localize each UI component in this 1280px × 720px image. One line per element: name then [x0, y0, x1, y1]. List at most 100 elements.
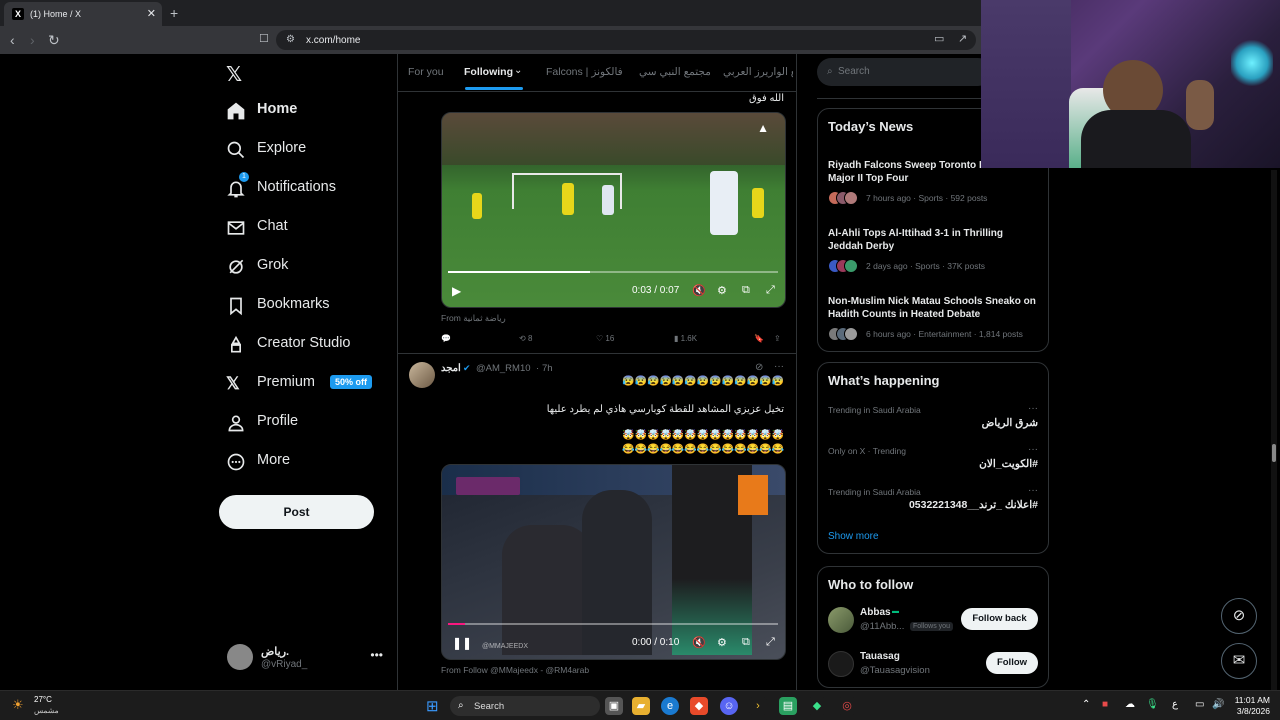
- mail-icon[interactable]: ✉: [1221, 643, 1257, 679]
- forward-icon[interactable]: ›: [30, 32, 35, 48]
- site-info-icon[interactable]: ⚙: [286, 34, 295, 45]
- video-player[interactable]: ▲ ▶ 0:03 / 0:07 🔇 ⚙ ⧉ ⤢: [441, 112, 786, 308]
- pip-icon[interactable]: ⧉: [742, 636, 750, 649]
- news-item-title[interactable]: Al-Ahli Tops Al-Ittihad 3-1 in Thrilling…: [828, 227, 1038, 253]
- reload-icon[interactable]: ↻: [48, 32, 60, 49]
- edge-icon[interactable]: e: [661, 697, 679, 715]
- nav-grok[interactable]: Grok: [226, 253, 396, 283]
- new-tab-button[interactable]: +: [170, 5, 178, 21]
- more-dots-icon[interactable]: •••: [370, 648, 383, 662]
- pip-icon[interactable]: ⧉: [742, 284, 750, 297]
- more-dots-icon[interactable]: ···: [1028, 403, 1038, 414]
- nav-home[interactable]: Home: [226, 97, 396, 127]
- more-dots-icon[interactable]: ···: [774, 361, 784, 372]
- app-icon[interactable]: ◆: [808, 697, 826, 715]
- chevron-down-icon[interactable]: ⌄: [514, 65, 522, 76]
- grok-icon[interactable]: ⊘: [1221, 598, 1257, 634]
- x-logo-icon[interactable]: 𝕏: [226, 62, 242, 86]
- weather-sun-icon[interactable]: ☀: [12, 697, 24, 713]
- nav-bookmarks[interactable]: Bookmarks: [226, 292, 396, 322]
- settings-icon[interactable]: ⚙: [717, 636, 727, 649]
- play-icon[interactable]: ▶: [452, 284, 461, 298]
- volume-icon[interactable]: 🔊: [1212, 699, 1224, 710]
- browser-tab[interactable]: X (1) Home / X ✕: [4, 2, 162, 26]
- app-icon[interactable]: ▤: [779, 697, 797, 715]
- trend-item[interactable]: #الكويت_الان: [979, 458, 1038, 470]
- tab-falcons[interactable]: Falcons | فالكونز: [546, 66, 623, 78]
- app-icon[interactable]: ›: [749, 697, 767, 715]
- account-switcher[interactable]: رياض. @vRiyad_ •••: [226, 642, 391, 676]
- install-app-icon[interactable]: ▭: [934, 32, 944, 45]
- scrollbar-track[interactable]: [1271, 170, 1277, 690]
- tray-app-icon[interactable]: ■: [1102, 699, 1108, 710]
- suggestion-name[interactable]: Abbas: [860, 607, 891, 618]
- tweet-author[interactable]: امجد: [441, 363, 461, 374]
- mute-icon[interactable]: 🔇: [692, 284, 706, 297]
- follow-button[interactable]: Follow: [986, 652, 1038, 674]
- tab-following[interactable]: Following: [464, 66, 513, 78]
- news-item-title[interactable]: Non-Muslim Nick Matau Schools Sneako on …: [828, 295, 1038, 321]
- nav-premium[interactable]: 𝕏 Premium 50% off: [226, 370, 396, 400]
- avatar[interactable]: [828, 651, 854, 677]
- keyboard-language[interactable]: ع: [1172, 699, 1178, 710]
- video-progress-bar[interactable]: [448, 623, 778, 625]
- tray-cloud-icon[interactable]: ☁: [1125, 699, 1135, 710]
- more-dots-icon[interactable]: ···: [1028, 444, 1038, 455]
- nav-explore[interactable]: Explore: [226, 136, 396, 166]
- reply-icon[interactable]: 💬: [441, 334, 451, 343]
- brave-icon[interactable]: ◆: [690, 697, 708, 715]
- video-progress-bar[interactable]: [448, 271, 778, 273]
- share-icon[interactable]: ⇪: [774, 334, 781, 343]
- views-button[interactable]: ▮ 1.6K: [674, 334, 697, 343]
- microphone-icon[interactable]: 🎙: [1146, 699, 1159, 710]
- mute-icon[interactable]: 🔇: [692, 636, 706, 649]
- video-player[interactable]: @MMAJEEDX ❚❚ 0:00 / 0:10 🔇 ⚙ ⧉ ⤢: [441, 464, 786, 660]
- trend-item[interactable]: شرق الرياض: [982, 417, 1038, 429]
- video-source[interactable]: From رياضة ثمانية: [441, 313, 506, 324]
- app-icon[interactable]: ◎: [838, 697, 856, 715]
- windows-start-icon[interactable]: ⊞: [426, 697, 439, 715]
- fullscreen-icon[interactable]: ⤢: [766, 284, 775, 297]
- tab-community-1[interactable]: مجتمع النبي سي: [639, 66, 711, 78]
- share-icon[interactable]: ↗: [958, 32, 967, 45]
- follow-back-button[interactable]: Follow back: [961, 608, 1038, 630]
- nav-profile[interactable]: Profile: [226, 409, 396, 439]
- nav-chat[interactable]: Chat: [226, 214, 396, 244]
- trend-item[interactable]: #اعلانك _ترند__0532221348: [909, 499, 1038, 511]
- video-source[interactable]: From Follow @MMajeedx - @RM4arab: [441, 665, 589, 675]
- fullscreen-icon[interactable]: ⤢: [766, 636, 775, 649]
- scrollbar-thumb[interactable]: [1272, 444, 1276, 462]
- discord-icon[interactable]: ☺: [720, 697, 738, 715]
- search-input[interactable]: ⌕ Search: [817, 58, 992, 86]
- taskbar-search[interactable]: ⌕ Search: [450, 696, 600, 716]
- bookmark-page-icon[interactable]: ☐: [259, 32, 269, 45]
- file-explorer-icon[interactable]: ▰: [632, 697, 650, 715]
- more-dots-icon[interactable]: ···: [1028, 485, 1038, 496]
- settings-icon[interactable]: ⚙: [717, 284, 727, 297]
- task-view-icon[interactable]: ▣: [605, 697, 623, 715]
- retweet-button[interactable]: ⟲ 8: [519, 334, 532, 343]
- weather-temp[interactable]: 27°C: [34, 695, 52, 704]
- url-field[interactable]: ⚙ x.com/home: [276, 30, 976, 50]
- nav-more[interactable]: More: [226, 448, 396, 478]
- back-icon[interactable]: ‹: [10, 32, 15, 48]
- tweet-handle[interactable]: @AM_RM10: [476, 363, 531, 374]
- post-button[interactable]: Post: [219, 495, 374, 529]
- nav-notifications[interactable]: 1 Notifications: [226, 172, 396, 205]
- tray-chevron-icon[interactable]: ⌃: [1082, 699, 1090, 710]
- tab-community-2[interactable]: مجتمع الواريرز العربي: [723, 66, 793, 78]
- like-button[interactable]: ♡ 16: [596, 334, 614, 343]
- tab-close-button[interactable]: ✕: [147, 7, 156, 20]
- avatar[interactable]: [409, 362, 435, 388]
- taskbar-clock[interactable]: 11:01 AM 3/8/2026: [1230, 695, 1270, 717]
- show-more-link[interactable]: Show more: [828, 531, 879, 542]
- suggestion-name[interactable]: Tauasag: [860, 651, 900, 662]
- tweet-time[interactable]: 7h: [542, 363, 553, 374]
- network-icon[interactable]: ▭: [1195, 699, 1204, 710]
- grok-icon[interactable]: ⊘: [755, 362, 763, 373]
- tab-for-you[interactable]: For you: [408, 66, 444, 78]
- bookmark-icon[interactable]: 🔖: [754, 334, 764, 343]
- pause-icon[interactable]: ❚❚: [452, 636, 472, 650]
- nav-creator-studio[interactable]: Creator Studio: [226, 331, 396, 361]
- avatar[interactable]: [828, 607, 854, 633]
